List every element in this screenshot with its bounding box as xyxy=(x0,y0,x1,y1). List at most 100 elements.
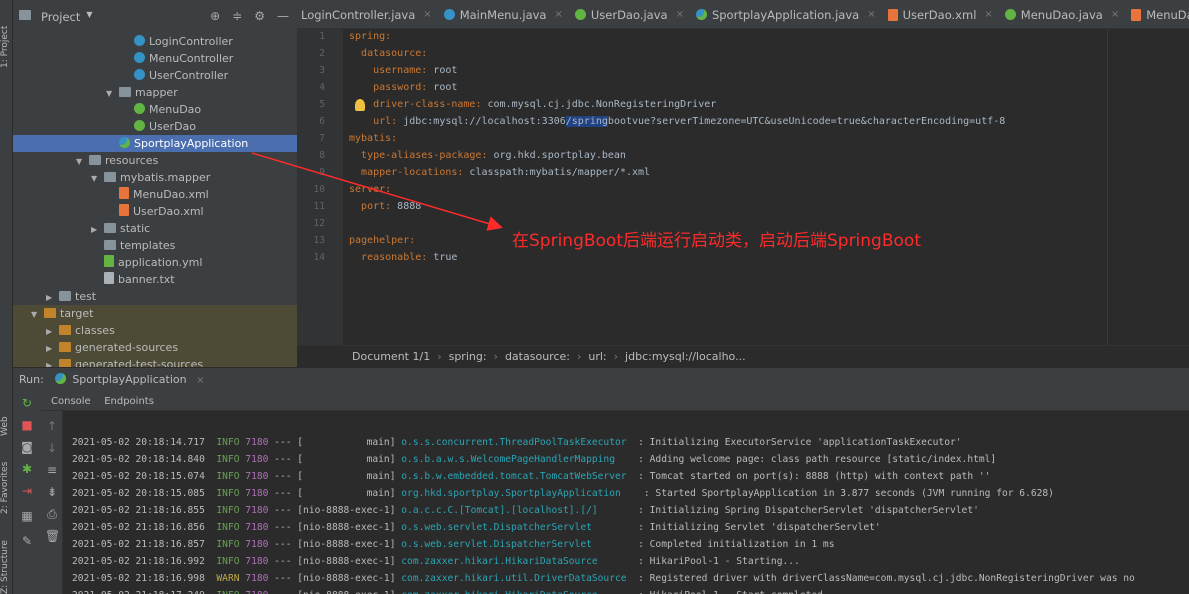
tree-item[interactable]: banner.txt xyxy=(13,271,297,288)
yaml-key: password: xyxy=(373,82,428,93)
breadcrumb-item[interactable]: datasource: xyxy=(505,350,570,363)
locate-icon[interactable]: ⊕ xyxy=(210,9,220,23)
expanded-arrow-icon[interactable]: ▼ xyxy=(76,153,84,170)
close-icon[interactable]: × xyxy=(676,1,684,29)
console-tab[interactable]: Console xyxy=(51,396,91,407)
editor-tab[interactable]: MainMenu.java × xyxy=(440,0,571,29)
tree-item[interactable]: templates xyxy=(13,237,297,254)
editor-tab-label: UserDao.java xyxy=(590,7,668,22)
tree-item[interactable]: UserDao.xml xyxy=(13,203,297,220)
tree-item-label: test xyxy=(75,290,97,303)
code-line: pagehelper: xyxy=(349,235,415,246)
tree-item[interactable]: MenuDao xyxy=(13,101,297,118)
folder-icon xyxy=(104,240,116,250)
down-arrow-icon[interactable]: ↓ xyxy=(45,441,59,455)
breadcrumb-item[interactable]: jdbc:mysql://localho... xyxy=(625,350,746,363)
hide-panel-icon[interactable]: — xyxy=(277,9,289,23)
log-timestamp: 2021-05-02 20:18:14.840 xyxy=(72,454,217,465)
expanded-arrow-icon[interactable]: ▼ xyxy=(106,85,114,102)
editor-tab[interactable]: UserDao.xml × xyxy=(884,0,1001,29)
code-line: username: root xyxy=(349,65,457,76)
tree-item[interactable]: ▶ generated-test-sources xyxy=(13,356,297,367)
yaml-key: type-aliases-package: xyxy=(361,150,488,161)
close-icon[interactable]: × xyxy=(196,375,204,386)
tree-item[interactable]: MenuController xyxy=(13,50,297,67)
tree-item[interactable]: UserController xyxy=(13,67,297,84)
breadcrumb-item[interactable]: Document 1/1 xyxy=(352,350,430,363)
collapsed-arrow-icon[interactable]: ▶ xyxy=(46,340,54,357)
tree-item[interactable]: MenuDao.xml xyxy=(13,186,297,203)
trash-icon[interactable]: 🗑 xyxy=(45,529,60,543)
right-margin-guide xyxy=(1107,29,1108,345)
line-number: 13 xyxy=(313,235,325,246)
debug-icon[interactable]: ✱ xyxy=(20,462,34,476)
expanded-arrow-icon[interactable]: ▼ xyxy=(91,170,99,187)
log-timestamp: 2021-05-02 20:18:15.074 xyxy=(72,471,217,482)
chevron-down-icon[interactable]: ▼ xyxy=(86,10,92,19)
stop-icon[interactable]: ■ xyxy=(20,418,34,432)
tree-item[interactable]: UserDao xyxy=(13,118,297,135)
tree-item[interactable]: ▶ classes xyxy=(13,322,297,339)
spring-icon xyxy=(119,137,130,148)
editor-tab[interactable]: MenuDao.xml× xyxy=(1127,0,1189,28)
tree-item-label: mybatis.mapper xyxy=(120,171,211,184)
rerun-icon[interactable]: ↻ xyxy=(20,396,34,410)
close-icon[interactable]: × xyxy=(984,1,992,29)
tree-item[interactable]: ▼ mybatis.mapper xyxy=(13,169,297,186)
layout-icon[interactable]: ▦ xyxy=(20,509,34,523)
yaml-key: url: xyxy=(373,116,398,127)
collapsed-arrow-icon[interactable]: ▶ xyxy=(46,357,54,367)
tree-item[interactable]: ▼ resources xyxy=(13,152,297,169)
log-timestamp: 2021-05-02 21:18:16.855 xyxy=(72,505,217,516)
tree-item[interactable]: ▶ static xyxy=(13,220,297,237)
close-icon[interactable]: × xyxy=(554,1,562,29)
log-pid: 7180 xyxy=(239,437,269,448)
log-timestamp: 2021-05-02 21:18:16.857 xyxy=(72,539,217,550)
breadcrumb-item[interactable]: spring: xyxy=(449,350,487,363)
folder-orange-icon xyxy=(44,308,56,318)
log-line: 2021-05-02 20:18:14.717 INFO 7180 --- [ … xyxy=(72,437,962,448)
collapsed-arrow-icon[interactable]: ▶ xyxy=(91,221,99,238)
close-icon[interactable]: × xyxy=(1111,1,1119,29)
endpoints-tab[interactable]: Endpoints xyxy=(104,396,154,407)
collapse-all-icon[interactable]: ≑ xyxy=(232,9,242,23)
close-icon[interactable]: × xyxy=(423,1,431,29)
gear-icon[interactable]: ⚙ xyxy=(254,9,265,23)
collapsed-arrow-icon[interactable]: ▶ xyxy=(46,289,54,306)
tree-item[interactable]: ▼ target xyxy=(13,305,297,322)
favorites-tool-tab[interactable]: 2: Favorites xyxy=(0,462,13,514)
scroll-to-end-icon[interactable]: ⇟ xyxy=(45,485,59,499)
project-view-selector[interactable]: Project xyxy=(41,10,80,24)
project-tool-tab[interactable]: 1: Project xyxy=(0,8,13,68)
expanded-arrow-icon[interactable]: ▼ xyxy=(31,306,39,323)
soft-wrap-icon[interactable]: ≡ xyxy=(45,463,59,477)
xml-icon xyxy=(119,204,129,216)
pin-icon[interactable]: ✎ xyxy=(20,534,34,548)
tree-item[interactable]: ▶ generated-sources xyxy=(13,339,297,356)
tree-item[interactable]: SportplayApplication xyxy=(13,135,297,152)
log-message: : HikariPool-1 - Start completed. xyxy=(632,590,829,594)
camera-icon[interactable]: ◙ xyxy=(20,440,34,454)
up-arrow-icon[interactable]: ↑ xyxy=(45,419,59,433)
structure-tool-tab[interactable]: Z: Structure xyxy=(0,540,13,594)
print-icon[interactable]: ⎙ xyxy=(45,507,59,521)
editor-tab[interactable]: MenuDao.java × xyxy=(1001,0,1127,29)
web-tool-tab[interactable]: Web xyxy=(0,410,13,436)
tree-item-label: application.yml xyxy=(118,256,203,269)
tree-item-label: mapper xyxy=(135,86,178,99)
tree-item[interactable]: ▼ mapper xyxy=(13,84,297,101)
tree-item[interactable]: ▶ test xyxy=(13,288,297,305)
editor-tab[interactable]: LoginController.java × xyxy=(297,0,440,29)
code-editor[interactable] xyxy=(343,29,1189,345)
log-timestamp: 2021-05-02 21:18:16.998 xyxy=(72,573,217,584)
editor-tab[interactable]: UserDao.java × xyxy=(571,0,692,29)
editor-tab[interactable]: SportplayApplication.java × xyxy=(692,0,884,29)
yaml-value: classpath:mybatis/mapper/*.xml xyxy=(463,167,651,178)
breadcrumb-item[interactable]: url: xyxy=(588,350,606,363)
collapsed-arrow-icon[interactable]: ▶ xyxy=(46,323,54,340)
tree-item[interactable]: application.yml xyxy=(13,254,297,271)
tree-item[interactable]: LoginController xyxy=(13,33,297,50)
exit-icon[interactable]: ⇥ xyxy=(20,484,34,498)
close-icon[interactable]: × xyxy=(867,1,875,29)
run-config-tab[interactable]: SportplayApplication xyxy=(72,373,186,386)
